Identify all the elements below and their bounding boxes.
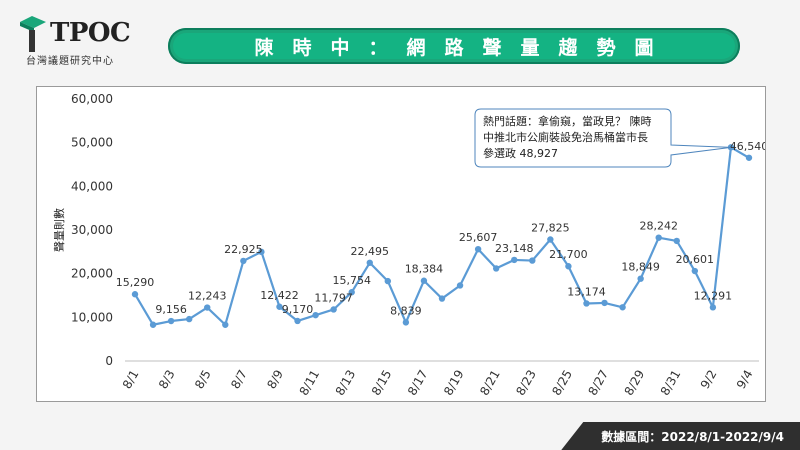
y-tick-label: 40,000 [71, 179, 113, 193]
data-point [167, 317, 175, 325]
data-point [222, 321, 229, 328]
data-point [619, 304, 626, 311]
y-tick-label: 10,000 [71, 310, 113, 324]
y-axis-title: 聲量則數 [52, 208, 66, 252]
data-point [185, 315, 193, 323]
data-point [565, 263, 572, 270]
data-label: 13,174 [567, 285, 606, 298]
y-tick-label: 30,000 [71, 223, 113, 237]
data-point [583, 300, 590, 307]
tpoc-logo: TPOC 台灣議題研究中心 [18, 14, 148, 70]
data-point [655, 234, 662, 241]
data-label: 25,607 [459, 231, 498, 244]
data-label: 22,495 [351, 245, 390, 258]
data-label: 9,170 [282, 303, 314, 316]
data-point [384, 277, 392, 285]
data-point [330, 306, 337, 313]
data-point [420, 277, 428, 284]
x-tick-label: 8/5 [192, 368, 214, 392]
data-label: 21,700 [549, 248, 588, 261]
data-point [438, 295, 446, 302]
page-title: 陳時中：網路聲量趨勢圖 [254, 36, 673, 59]
data-label: 11,797 [314, 291, 353, 304]
data-label: 22,925 [224, 243, 263, 256]
volume-line-chart: 聲量則數 0 10,000 20,000 30,000 40,000 50,000 60,00… [52, 92, 765, 398]
data-point [691, 267, 699, 275]
x-tick-label: 8/19 [441, 368, 467, 398]
data-point [149, 321, 157, 328]
annotation-text: 中推北市公廁裝設免治馬桶當市長 [483, 130, 648, 144]
x-tick-label: 8/27 [586, 368, 612, 398]
annotation-text: 參選政 48,927 [483, 146, 558, 160]
data-label: 20,601 [676, 253, 715, 266]
data-point [492, 265, 500, 272]
data-point [637, 275, 644, 282]
x-tick-label: 8/17 [405, 368, 431, 398]
x-tick-label: 8/29 [622, 368, 648, 398]
data-label: 12,422 [260, 289, 299, 302]
data-label: 18,384 [405, 263, 444, 276]
data-point [547, 236, 554, 243]
data-range-label: 數據區間：2022/8/1-2022/9/4 [601, 429, 784, 444]
data-point [294, 317, 301, 325]
x-tick-label: 8/13 [333, 368, 359, 398]
data-point [474, 245, 482, 253]
data-point [529, 257, 536, 264]
x-tick-label: 8/1 [120, 368, 142, 392]
data-label: 15,754 [332, 274, 371, 287]
data-point [366, 259, 373, 266]
x-tick-label: 8/7 [228, 368, 250, 392]
x-tick-label: 8/9 [264, 368, 286, 392]
x-tick-label: 8/23 [513, 368, 539, 398]
y-tick-label: 50,000 [71, 136, 113, 150]
x-tick-label: 8/15 [369, 368, 395, 398]
x-tick-label: 9/4 [734, 368, 756, 392]
x-tick-label: 9/2 [698, 368, 720, 392]
data-point [601, 299, 608, 307]
data-label: 15,290 [116, 276, 155, 289]
brand-name: TPOC [50, 18, 131, 48]
annotation-text: 熱門話題：拿偷窺，當政見？ 陳時 [483, 114, 652, 128]
x-tick-label: 8/11 [297, 368, 323, 398]
title-banner: 陳時中：網路聲量趨勢圖 [168, 28, 740, 64]
brand-subtitle: 台灣議題研究中心 [26, 56, 114, 67]
data-point [131, 291, 139, 298]
x-tick-label: 8/25 [549, 368, 575, 398]
data-point [673, 237, 680, 245]
x-tick-label: 8/3 [156, 368, 178, 392]
data-point [204, 304, 211, 311]
y-tick-label: 20,000 [71, 267, 113, 281]
data-point [402, 319, 410, 326]
data-point [456, 282, 464, 289]
data-point [511, 256, 518, 264]
y-tick-label: 0 [105, 354, 113, 368]
data-point [240, 257, 247, 265]
tpoc-logo-icon [20, 16, 46, 52]
x-tick-label: 8/21 [477, 368, 503, 398]
data-label: 18,849 [621, 261, 660, 274]
data-label: 12,243 [188, 290, 227, 303]
data-label: 8,839 [390, 304, 422, 317]
data-range-footer: 數據區間：2022/8/1-2022/9/4 [561, 422, 800, 450]
data-label: 46,540 [730, 140, 765, 153]
data-label: 23,148 [495, 242, 534, 255]
chart-panel: 聲量則數 0 10,000 20,000 30,000 40,000 50,000 60,00… [36, 86, 766, 402]
data-label: 28,242 [639, 220, 678, 233]
data-point [312, 311, 319, 319]
data-point [745, 154, 753, 161]
data-point [709, 304, 717, 311]
x-tick-label: 8/31 [658, 368, 684, 398]
data-label: 9,156 [155, 303, 187, 316]
data-label: 12,291 [694, 289, 733, 302]
data-label: 27,825 [531, 221, 570, 234]
y-tick-label: 60,000 [71, 92, 113, 106]
